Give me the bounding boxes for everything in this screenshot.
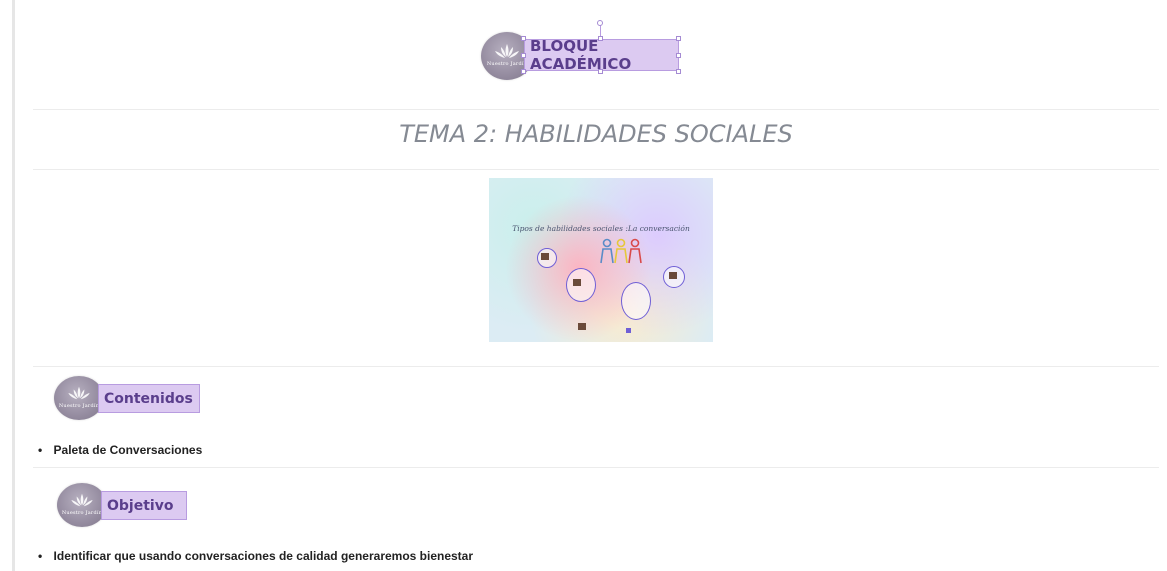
list-item: Identificar que usando conversaciones de… — [38, 549, 473, 563]
list-item: Paleta de Conversaciones — [38, 443, 203, 457]
thumbnail-title: Tipos de habilidades sociales :La conver… — [512, 224, 690, 233]
objetivo-label: Objetivo — [101, 491, 187, 520]
thumbnail-photo — [541, 253, 549, 260]
thumbnail-photo — [573, 279, 581, 286]
contenidos-label: Contenidos — [98, 384, 200, 413]
resize-handle-tm[interactable] — [598, 36, 603, 41]
divider — [33, 169, 1159, 170]
bloque-academico-label[interactable]: BLOQUE ACADÉMICO — [524, 37, 679, 73]
thumbnail-photo — [578, 323, 586, 330]
resize-handle-tr[interactable] — [676, 36, 681, 41]
thumbnail-photo — [626, 328, 631, 333]
lotus-logo-icon: Nuestro Jardín — [57, 483, 107, 527]
logo-text: Nuestro Jardín — [58, 403, 100, 409]
presentation-thumbnail[interactable]: Tipos de habilidades sociales :La conver… — [489, 178, 713, 342]
resize-handle-bm[interactable] — [598, 69, 603, 74]
people-icon — [600, 238, 642, 264]
section-label-text: Objetivo — [107, 497, 174, 514]
section-label-text: Contenidos — [104, 390, 193, 407]
logo-text: Nuestro Jardín — [61, 510, 103, 516]
resize-handle-br[interactable] — [676, 69, 681, 74]
topic-name: HABILIDADES SOCIALES — [504, 120, 793, 148]
list-item-text: Identificar que usando conversaciones de… — [53, 549, 474, 563]
divider — [33, 366, 1159, 367]
header-label-text: BLOQUE ACADÉMICO — [530, 37, 632, 73]
list-item-text: Paleta de Conversaciones — [53, 443, 203, 457]
resize-handle-mr[interactable] — [676, 53, 681, 58]
thumbnail-photo — [669, 272, 677, 279]
resize-handle-tl[interactable] — [521, 36, 526, 41]
resize-handle-bl[interactable] — [521, 69, 526, 74]
thumbnail-frame — [566, 268, 596, 302]
lotus-logo-icon: Nuestro Jardín — [54, 376, 104, 420]
divider — [33, 109, 1159, 110]
rotate-handle[interactable] — [597, 20, 603, 26]
divider — [33, 467, 1159, 468]
topic-title: TEMA 2: HABILIDADES SOCIALES — [33, 120, 1159, 148]
thumbnail-frame — [621, 282, 651, 320]
topic-prefix: TEMA 2: — [399, 120, 498, 148]
resize-handle-ml[interactable] — [521, 53, 526, 58]
left-rail — [12, 0, 15, 571]
